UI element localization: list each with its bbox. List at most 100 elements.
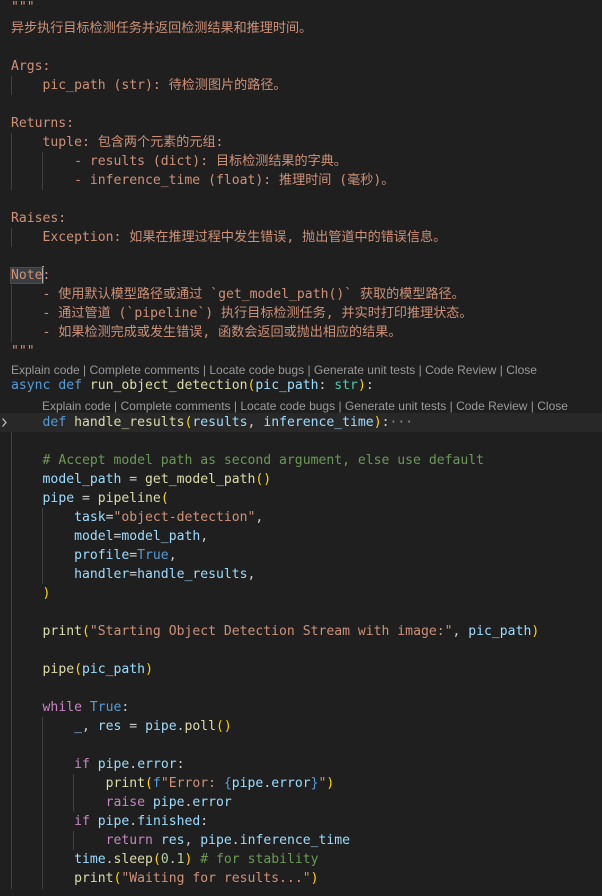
code-line[interactable]: """ <box>11 342 35 361</box>
code-token: . <box>231 833 240 848</box>
code-token: Returns: <box>11 116 75 131</box>
code-line[interactable]: profile=True, <box>11 546 177 565</box>
code-token: , <box>81 719 98 734</box>
codelens-close-link[interactable]: Close <box>506 363 537 377</box>
code-line[interactable]: Raises: <box>11 209 66 228</box>
codelens-separator: | <box>304 363 314 377</box>
code-line[interactable]: return res, pipe.inference_time <box>11 831 350 850</box>
code-line[interactable]: time.sleep(0.1) # for stability <box>11 850 319 869</box>
code-token: 0.1 <box>160 852 185 867</box>
code-comment: # for stability <box>200 852 319 867</box>
codelens-locate-code-bugs-link[interactable]: Locate code bugs <box>240 399 335 413</box>
code-token: pipe <box>42 662 75 677</box>
code-line[interactable]: handler=handle_results, <box>11 565 255 584</box>
code-token: - 使用默认模型路径或通过 `get_model_path()` 获取的模型路径… <box>11 287 465 302</box>
codelens-locate-code-bugs-link[interactable]: Locate code bugs <box>209 363 304 377</box>
code-token: handler <box>74 567 130 582</box>
code-token: ) <box>310 871 319 886</box>
codelens-complete-comments-link[interactable]: Complete comments <box>90 363 200 377</box>
code-editor[interactable]: """ 异步执行目标检测任务并返回检测结果和推理时间。 Args: pic_path… <box>0 0 602 896</box>
codelens-generate-unit-tests-link[interactable]: Generate unit tests <box>314 363 415 377</box>
code-token: tuple: 包含两个元素的元组: <box>11 135 224 150</box>
code-line[interactable]: raise pipe.error <box>11 793 232 812</box>
code-line[interactable]: pipe = pipeline( <box>11 489 169 508</box>
code-token: pipe <box>97 814 130 829</box>
code-token: handle_results <box>74 415 185 430</box>
code-line[interactable]: print("Waiting for results...") <box>11 869 318 888</box>
codelens-code-review-link[interactable]: Code Review <box>425 363 496 377</box>
code-token: raise <box>105 795 146 810</box>
code-token: print <box>105 776 146 791</box>
code-line[interactable]: """ <box>11 0 35 17</box>
codelens-close-link[interactable]: Close <box>537 399 568 413</box>
code-line[interactable]: ) <box>11 584 51 603</box>
code-token: . <box>129 757 138 772</box>
code-token: results <box>192 415 248 430</box>
code-line[interactable]: pic_path (str): 待检测图片的路径。 <box>11 76 287 95</box>
codelens-outer: Explain code | Complete comments | Locat… <box>11 362 537 378</box>
code-token: } <box>310 776 319 791</box>
code-line[interactable]: - 通过管道 (`pipeline`) 执行目标检测任务, 并实时打印推理状态。 <box>11 304 473 323</box>
code-line[interactable]: if pipe.finished: <box>11 812 208 831</box>
code-token: if <box>74 814 90 829</box>
code-line[interactable]: - results (dict): 目标检测结果的字典。 <box>11 152 347 171</box>
code-line[interactable]: Returns: <box>11 114 74 133</box>
code-token: True <box>89 700 122 715</box>
codelens-separator: | <box>496 363 507 377</box>
codelens-separator: | <box>230 399 241 413</box>
code-token: ) <box>145 662 153 677</box>
code-line[interactable]: tuple: 包含两个元素的元组: <box>11 133 224 152</box>
code-token: finished <box>137 814 201 829</box>
chevron-right-icon[interactable] <box>0 413 9 432</box>
code-token: res <box>97 719 122 734</box>
code-line[interactable]: 异步执行目标检测任务并返回检测结果和推理时间。 <box>11 19 312 38</box>
codelens-separator: | <box>79 363 90 377</box>
codelens-code-review-link[interactable]: Code Review <box>456 399 527 413</box>
code-token: : <box>42 268 51 283</box>
code-token: : <box>121 700 130 715</box>
code-line[interactable]: pipe(pic_path) <box>11 660 153 679</box>
code-token: print <box>74 871 114 886</box>
code-line[interactable]: # Accept model path as second argument, … <box>11 451 484 470</box>
code-line[interactable]: _, res = pipe.poll() <box>11 717 232 736</box>
code-line[interactable]: model=model_path, <box>11 527 208 546</box>
code-line[interactable]: - 使用默认模型路径或通过 `get_model_path()` 获取的模型路径… <box>11 285 465 304</box>
codelens-explain-code-link[interactable]: Explain code <box>42 399 111 413</box>
code-line[interactable]: def handle_results(results, inference_ti… <box>0 413 602 432</box>
codelens-complete-comments-link[interactable]: Complete comments <box>121 399 231 413</box>
code-line[interactable]: print("Starting Object Detection Stream … <box>11 622 540 641</box>
code-token: """ <box>11 0 35 15</box>
code-token: ( <box>81 624 90 639</box>
code-line[interactable]: - inference_time (float): 推理时间 (毫秒)。 <box>11 171 394 190</box>
code-token: sleep <box>113 852 153 867</box>
code-line[interactable]: if pipe.error: <box>11 755 184 774</box>
code-token: pipe <box>200 833 232 848</box>
codelens-generate-unit-tests-link[interactable]: Generate unit tests <box>345 399 446 413</box>
codelens-explain-code-link[interactable]: Explain code <box>11 363 80 377</box>
code-line[interactable]: model_path = get_model_path() <box>11 470 272 489</box>
code-token: , <box>452 624 469 639</box>
code-line[interactable]: - 如果检测完成或发生错误, 函数会返回或抛出相应的结果。 <box>11 323 402 342</box>
code-line[interactable]: print(f"Error: {pipe.error}") <box>11 774 335 793</box>
code-token: = <box>74 491 98 506</box>
collapsed-region-marker[interactable]: ··· <box>389 415 413 430</box>
code-line[interactable]: Args: <box>11 57 50 76</box>
code-line[interactable]: task="object-detection", <box>11 508 263 527</box>
code-line[interactable]: async def run_object_detection(pic_path:… <box>11 376 374 395</box>
code-line[interactable]: Exception: 如果在推理过程中发生错误, 抛出管道中的错误信息。 <box>11 228 447 247</box>
code-token: - inference_time (float): 推理时间 (毫秒)。 <box>11 173 395 188</box>
code-token: . <box>105 852 114 867</box>
code-line[interactable]: while True: <box>11 698 130 717</box>
code-line[interactable]: Note: <box>10 266 51 285</box>
code-token: , <box>255 510 264 525</box>
codelens-separator: | <box>110 399 121 413</box>
code-token: Args: <box>11 59 51 74</box>
